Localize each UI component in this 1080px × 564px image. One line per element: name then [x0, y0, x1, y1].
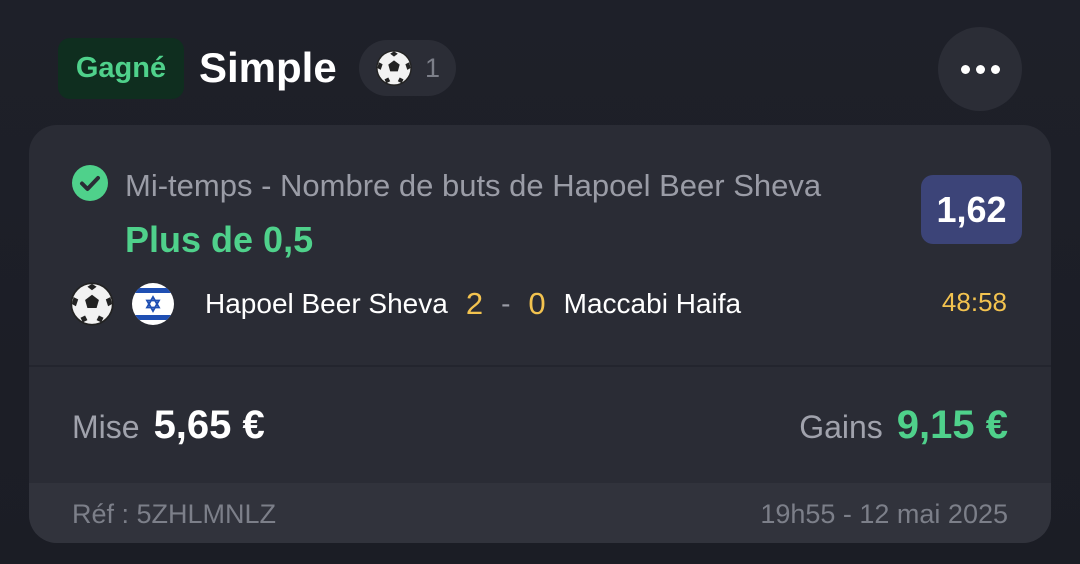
stake-label: Mise — [72, 409, 140, 445]
gains-value: 9,15 € — [896, 403, 1008, 447]
sport-chip: 1 — [359, 40, 456, 96]
bet-footer: Réf : 5ZHLMNLZ 19h55 - 12 mai 2025 — [29, 483, 1051, 543]
odds-badge: 1,62 — [921, 175, 1022, 244]
selections-count: 1 — [425, 52, 441, 83]
market-description: Mi-temps - Nombre de buts de Hapoel Beer… — [125, 159, 885, 269]
match-row[interactable]: Hapoel Beer Sheva 2 - 0 Maccabi Haifa — [69, 280, 1009, 328]
score-separator: - — [501, 288, 511, 319]
check-circle-icon — [72, 165, 108, 201]
stake-gains-row: Mise 5,65 € Gains 9,15 € — [72, 395, 1008, 459]
gains: Gains 9,15 € — [799, 403, 1008, 448]
bet-card: Gagné Simple 1 Mi-temps - Nombre de buts… — [0, 0, 1080, 564]
market-name: Mi-temps - Nombre de buts de Hapoel Beer… — [125, 168, 822, 203]
soccer-ball-icon — [376, 50, 412, 86]
home-team: Hapoel Beer Sheva — [205, 288, 448, 319]
soccer-ball-icon — [70, 282, 114, 326]
away-team: Maccabi Haifa — [563, 288, 742, 319]
divider — [29, 365, 1051, 367]
more-horizontal-icon — [960, 64, 970, 74]
bet-date: 19h55 - 12 mai 2025 — [760, 499, 1008, 529]
stake: Mise 5,65 € — [72, 403, 265, 448]
home-score: 2 — [465, 286, 484, 321]
bet-reference: Réf : 5ZHLMNLZ — [72, 499, 277, 529]
gains-label: Gains — [799, 409, 883, 445]
status-badge: Gagné — [58, 38, 184, 99]
match-clock: 48:58 — [941, 287, 1007, 317]
israel-flag-icon — [132, 283, 174, 325]
selection-name: Plus de 0,5 — [125, 219, 314, 260]
away-score: 0 — [528, 286, 546, 321]
selection-card: Mi-temps - Nombre de buts de Hapoel Beer… — [29, 125, 1051, 543]
stake-value: 5,65 € — [153, 403, 265, 447]
more-options-button[interactable] — [938, 27, 1022, 111]
bet-type-title: Simple — [199, 44, 337, 91]
